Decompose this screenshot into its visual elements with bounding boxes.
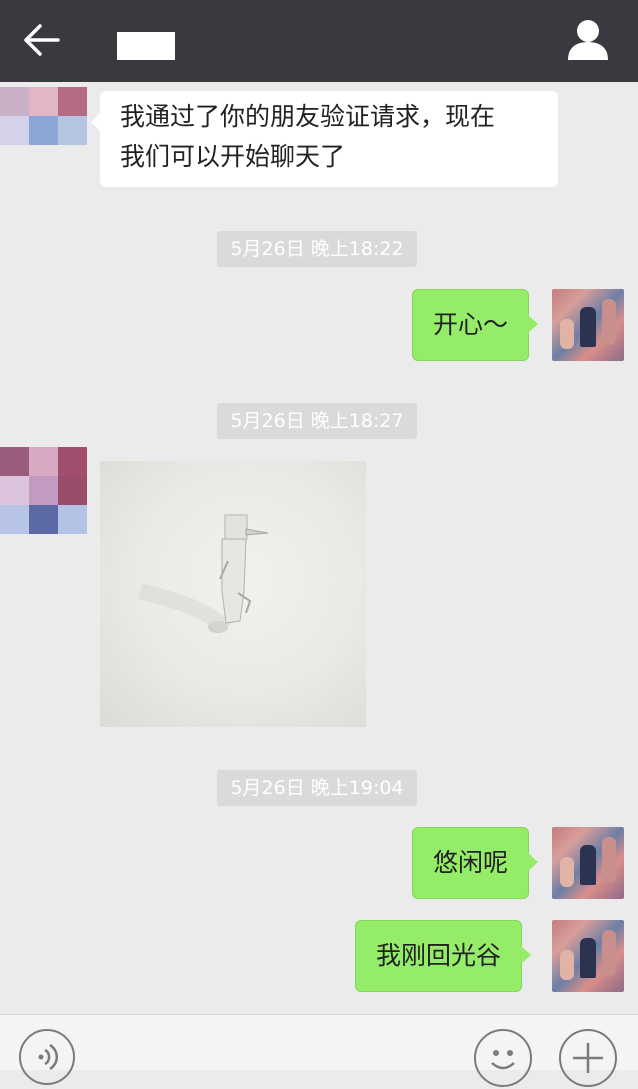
contact-info-button[interactable] [562, 16, 614, 64]
message-text: 我刚回光谷 [376, 941, 502, 970]
contact-avatar[interactable] [0, 447, 88, 535]
emoji-icon [491, 1050, 515, 1070]
person-icon [568, 20, 608, 60]
arrow-left-icon [24, 24, 60, 56]
message-bubble-received[interactable]: 我通过了你的朋友验证请求，现在 我们可以开始聊天了 [91, 91, 558, 187]
timestamp: 5月26日 晚上18:27 [217, 403, 417, 439]
message-bubble-sent[interactable]: 我刚回光谷 [355, 920, 532, 992]
emoji-button[interactable] [474, 1029, 532, 1087]
message-text: 我们可以开始聊天了 [120, 142, 346, 171]
message-text: 悠闲呢 [433, 848, 509, 877]
voice-icon [38, 1043, 59, 1071]
top-nav-bar [0, 0, 638, 82]
timestamp: 5月26日 晚上19:04 [217, 770, 417, 806]
paper-figure-image [138, 514, 269, 635]
message-text: 我通过了你的朋友验证请求，现在 [120, 102, 496, 131]
voice-input-button[interactable] [19, 1029, 75, 1085]
input-bar [0, 1014, 638, 1087]
contact-avatar[interactable] [0, 87, 88, 175]
my-avatar[interactable] [552, 827, 624, 899]
more-options-button[interactable] [559, 1029, 617, 1087]
plus-icon [573, 1043, 603, 1073]
image-message[interactable] [100, 461, 366, 727]
message-bubble-sent[interactable]: 悠闲呢 [412, 827, 539, 899]
my-avatar[interactable] [552, 920, 624, 992]
my-avatar[interactable] [552, 289, 624, 361]
contact-name-redacted [117, 32, 175, 60]
back-button[interactable] [18, 18, 66, 62]
timestamp: 5月26日 晚上18:22 [217, 231, 417, 267]
message-text: 开心～ [433, 310, 509, 339]
message-bubble-sent[interactable]: 开心～ [412, 289, 539, 361]
chat-history[interactable]: 我通过了你的朋友验证请求，现在 我们可以开始聊天了 5月26日 晚上18:22 … [0, 82, 638, 1014]
